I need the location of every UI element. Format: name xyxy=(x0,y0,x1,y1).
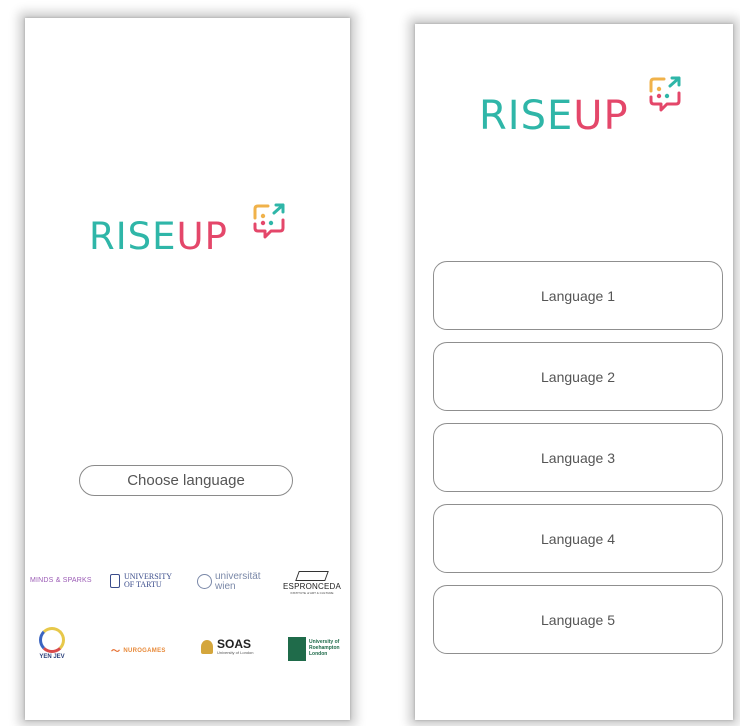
screen-welcome: RISEUP Choose language MINDS & SPARKS UN… xyxy=(25,18,350,720)
espronceda-mark-icon xyxy=(295,571,329,581)
sponsor-minds-sparks: MINDS & SPARKS xyxy=(30,577,92,584)
language-4-button[interactable]: Language 4 xyxy=(433,504,723,573)
nurogames-wave-icon: 〜 xyxy=(111,646,121,656)
roehampton-r-icon xyxy=(288,637,306,661)
language-1-button[interactable]: Language 1 xyxy=(433,261,723,330)
choose-language-button[interactable]: Choose language xyxy=(79,465,293,496)
speech-arrow-icon xyxy=(649,76,681,112)
sponsor-university-tartu: UNIVERSITY OF TARTU xyxy=(110,572,172,590)
sponsor-roehampton: University of Roehampton London xyxy=(288,637,340,661)
tartu-crest-icon xyxy=(110,574,120,589)
sponsor-nurogames: 〜 NUROGAMES xyxy=(111,646,166,656)
wien-seal-icon xyxy=(197,574,212,589)
sponsor-yen-jev: YEN JEV xyxy=(39,627,65,660)
logo-wordmark: RISEUP xyxy=(479,93,629,139)
soas-tree-icon xyxy=(201,639,213,654)
language-2-button[interactable]: Language 2 xyxy=(433,342,723,411)
language-list: Language 1 Language 2 Language 3 Languag… xyxy=(433,261,723,666)
sponsor-soas: SOAS University of London xyxy=(201,638,253,655)
screen-language-select: RISEUP Language 1 Language 2 Language 3 … xyxy=(415,24,733,720)
language-3-button[interactable]: Language 3 xyxy=(433,423,723,492)
sponsor-espronceda: ESPRONCEDA INSTITUTE of ART & CULTURE xyxy=(283,571,341,595)
yen-circle-icon xyxy=(39,627,65,653)
logo-wordmark: RISEUP xyxy=(89,215,228,258)
speech-arrow-icon xyxy=(253,203,285,239)
sponsor-universitat-wien: universität wien xyxy=(197,572,261,591)
language-5-button[interactable]: Language 5 xyxy=(433,585,723,654)
